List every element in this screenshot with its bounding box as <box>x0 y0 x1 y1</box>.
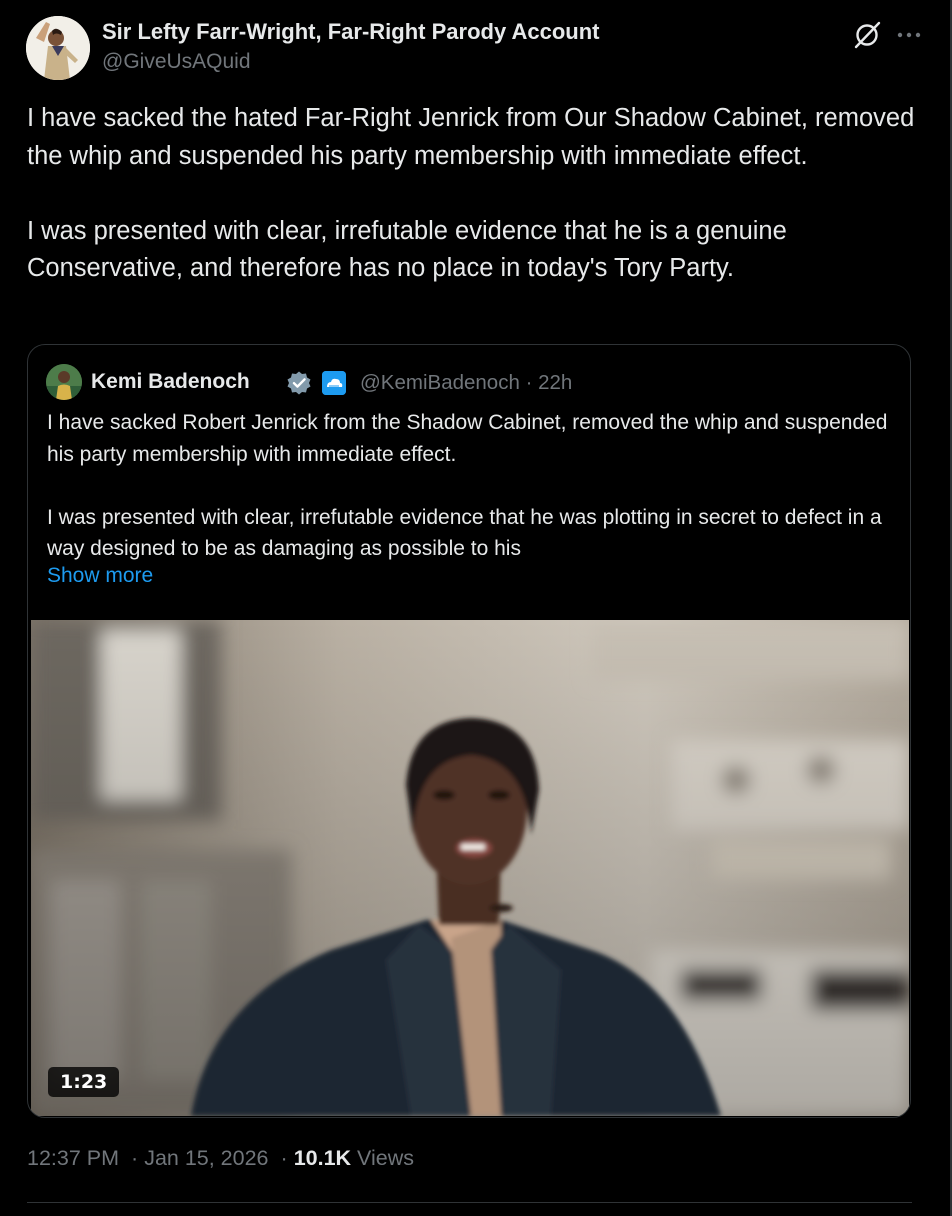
quoted-post-paragraph: I was presented with clear, irrefutable … <box>47 505 882 561</box>
quoted-author-name[interactable]: Kemi Badenoch <box>91 370 250 394</box>
verified-badge-icon <box>286 370 312 396</box>
quoted-post-card[interactable]: Kemi Badenoch @KemiBadenoch · 22h I have… <box>27 344 911 1118</box>
views-count[interactable]: 10.1K <box>294 1146 351 1170</box>
meta-separator: · <box>131 1146 139 1170</box>
post-text: I have sacked the hated Far-Right Jenric… <box>27 100 927 288</box>
video-thumbnail <box>31 620 909 1116</box>
grok-icon[interactable] <box>852 20 882 50</box>
post-header: Sir Lefty Farr-Wright, Far-Right Parody … <box>26 16 922 80</box>
post-metadata: 12:37 PM · Jan 15, 2026 · 10.1K Views <box>27 1146 414 1171</box>
post-time[interactable]: 12:37 PM <box>27 1146 119 1170</box>
meta-separator: · <box>280 1146 288 1170</box>
avatar-photo-icon <box>26 16 90 80</box>
author-name[interactable]: Sir Lefty Farr-Wright, Far-Right Parody … <box>102 19 599 45</box>
views-label: Views <box>357 1146 415 1170</box>
author-handle[interactable]: @GiveUsAQuid <box>102 50 251 74</box>
affiliate-badge-icon[interactable] <box>322 371 346 395</box>
quoted-avatar-photo-icon <box>46 364 82 400</box>
show-more-link[interactable]: Show more <box>47 564 153 588</box>
post-paragraph: I have sacked the hated Far-Right Jenric… <box>27 104 915 170</box>
post-paragraph: I was presented with clear, irrefutable … <box>27 216 787 283</box>
quoted-post-text: I have sacked Robert Jenrick from the Sh… <box>47 407 897 565</box>
divider <box>27 1202 912 1203</box>
author-avatar[interactable] <box>26 16 90 80</box>
more-options-icon[interactable] <box>896 22 922 48</box>
quoted-post-header: Kemi Badenoch @KemiBadenoch · 22h <box>46 364 892 402</box>
quoted-author-handle[interactable]: @KemiBadenoch <box>360 371 520 394</box>
quoted-post-time[interactable]: 22h <box>538 371 572 394</box>
quoted-author-avatar[interactable] <box>46 364 82 400</box>
meta-separator: · <box>525 371 533 394</box>
quoted-post-paragraph: I have sacked Robert Jenrick from the Sh… <box>47 411 888 466</box>
video-duration-badge: 1:23 <box>48 1067 120 1097</box>
post-date[interactable]: Jan 15, 2026 <box>144 1146 268 1170</box>
quoted-author-meta: @KemiBadenoch · 22h <box>360 371 572 395</box>
video-player[interactable]: 1:23 <box>31 620 909 1116</box>
